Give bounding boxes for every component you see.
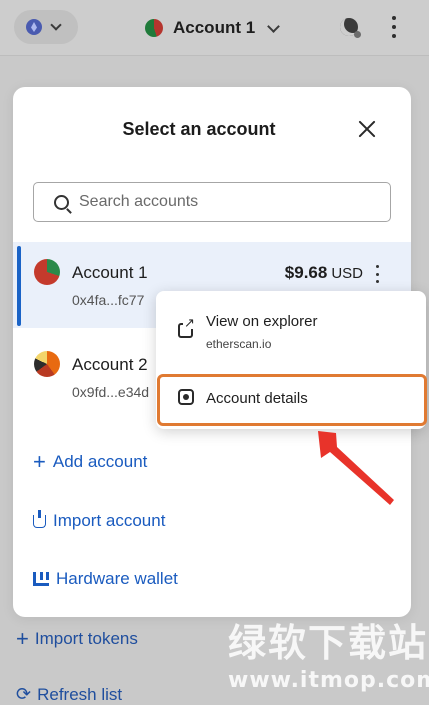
watermark-text: 绿软下载站	[228, 621, 429, 665]
watermark-url: www.itmop.com	[228, 668, 429, 693]
annotation-arrow	[318, 431, 394, 505]
